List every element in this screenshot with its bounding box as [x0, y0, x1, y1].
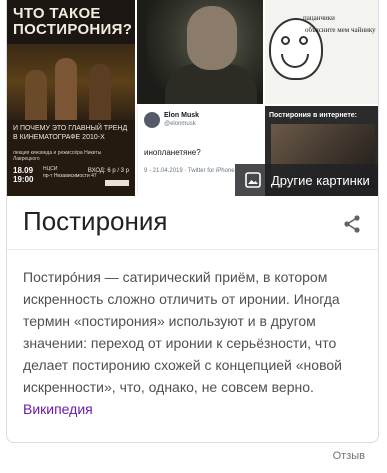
share-icon[interactable] — [340, 212, 364, 236]
tweet-name: Elon Musk — [164, 112, 200, 119]
entity-description: Постиро́ния — сатирический приём, в кото… — [23, 269, 342, 395]
image-mosaic: ЧТО ТАКОЕ ПОСТИРОНИЯ? И ПОЧЕМУ ЭТО ГЛАВН… — [7, 0, 378, 196]
image-poster[interactable]: ЧТО ТАКОЕ ПОСТИРОНИЯ? И ПОЧЕМУ ЭТО ГЛАВН… — [7, 0, 135, 196]
entity-description-block: Постиро́ния — сатирический приём, в кото… — [23, 266, 367, 420]
meme2-title: Постирония в интернете: — [269, 112, 358, 119]
image-meme[interactable]: пацанчики объясните мем чайнику — [265, 0, 378, 104]
poster-date: 18.09 19:00 — [13, 166, 34, 184]
entity-title: Постирония — [23, 206, 168, 236]
meme-line2: объясните мем чайнику — [305, 26, 376, 34]
knowledge-panel: ЧТО ТАКОЕ ПОСТИРОНИЯ? И ПОЧЕМУ ЭТО ГЛАВН… — [6, 0, 379, 443]
poster-entry: ВХОД: 6 р / 3 р — [87, 168, 129, 174]
tweet-meta: 9 - 21.04.2019 · Twitter for iPhone — [144, 168, 235, 174]
poster-title: ЧТО ТАКОЕ ПОСТИРОНИЯ? — [7, 0, 135, 44]
image-icon — [245, 172, 261, 188]
poster-scene — [7, 44, 135, 120]
tweet-text: инопланетяне? — [144, 148, 201, 157]
tweet-handle: @elonmusk — [164, 121, 196, 127]
poster-subtitle: И ПОЧЕМУ ЭТО ГЛАВНЫЙ ТРЕНД В КИНЕМАТОГРА… — [13, 125, 128, 141]
source-link[interactable]: Википедия — [23, 401, 93, 417]
more-images-label: Другие картинки — [271, 172, 370, 188]
feedback-link[interactable]: Отзыв — [333, 450, 365, 462]
poster-lecture: лекция киноведа и режиссёра Никиты Лавре… — [13, 150, 102, 162]
entity-header: Постирония — [7, 196, 378, 252]
more-images-button[interactable]: Другие картинки — [235, 164, 378, 196]
tweet-avatar — [144, 112, 160, 128]
image-portrait[interactable] — [137, 0, 263, 104]
meme-line1: пацанчики — [303, 14, 335, 22]
poster-logo — [105, 180, 129, 186]
divider — [7, 249, 378, 250]
